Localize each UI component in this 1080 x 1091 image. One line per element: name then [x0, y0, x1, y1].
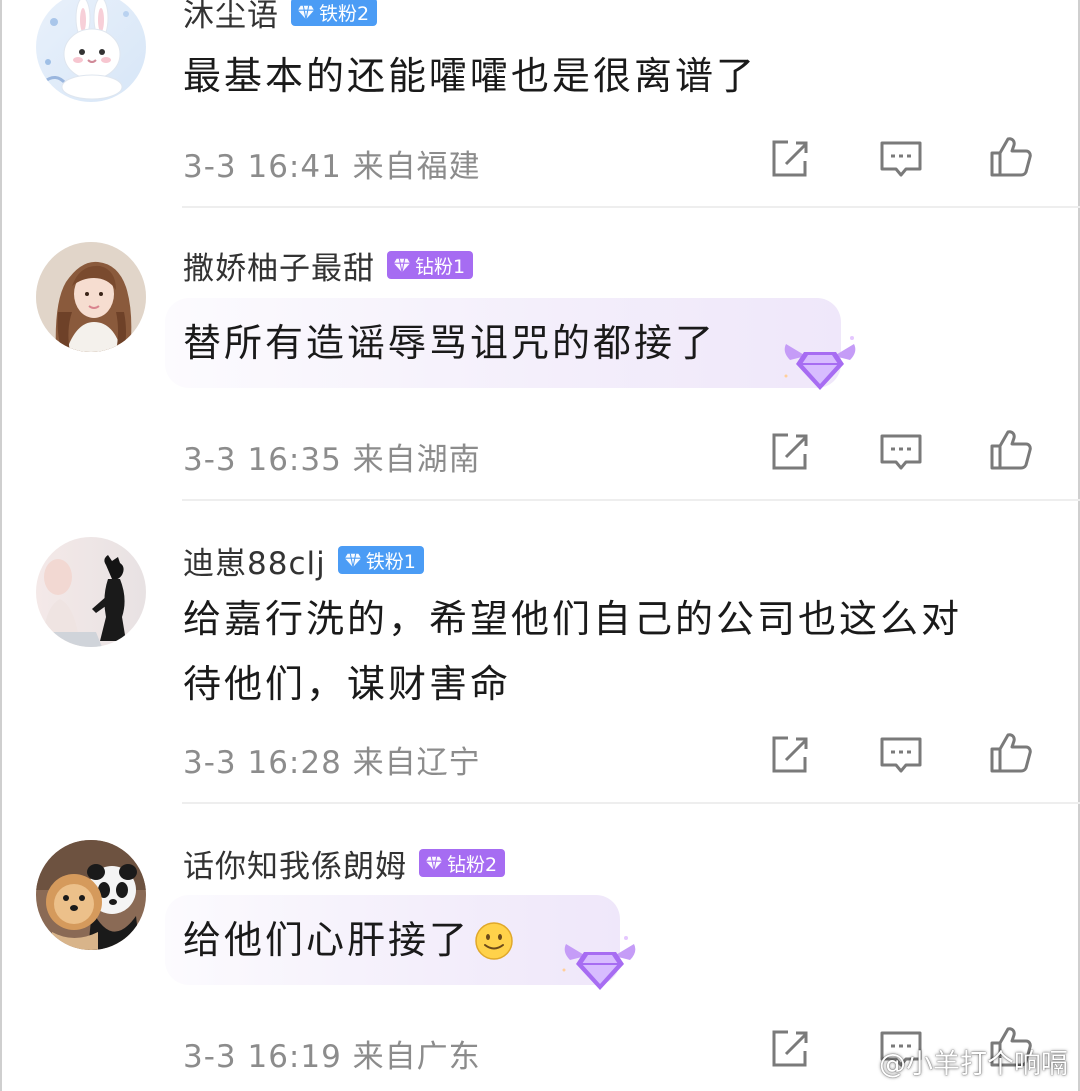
- share-icon[interactable]: [768, 733, 812, 777]
- comment-line: 给他们心肝接了: [183, 918, 471, 962]
- diamond-icon: [297, 5, 315, 20]
- badge-label: 钻粉2: [447, 853, 498, 876]
- username-row: 沐尘语 铁粉2: [183, 0, 378, 35]
- username[interactable]: 撒娇柚子最甜: [183, 243, 375, 288]
- fan-badge[interactable]: 铁粉2: [291, 0, 378, 26]
- comment-text[interactable]: 替所有造谣辱骂诅咒的都接了: [183, 311, 716, 376]
- share-icon[interactable]: [768, 1027, 812, 1071]
- watermark-text: @小羊打个响嗝: [879, 1049, 1068, 1080]
- fan-badge[interactable]: 铁粉1: [337, 546, 424, 574]
- comment-line: 最基本的还能嚯嚯也是很离谱了: [183, 54, 758, 98]
- comment-line: 待他们，谋财害命: [183, 662, 512, 706]
- comment-meta: 3-3 16:19 来自广东: [183, 1039, 481, 1075]
- watermark: @小羊打个响嗝: [837, 1042, 1068, 1081]
- badge-label: 铁粉1: [365, 550, 416, 573]
- comment-icon[interactable]: [879, 137, 923, 181]
- comment-meta: 3-3 16:35 来自湖南: [183, 442, 481, 478]
- comment-meta: 3-3 16:41 来自福建: [183, 149, 481, 185]
- username-row: 话你知我係朗姆 钻粉2: [183, 841, 506, 886]
- comment-text[interactable]: 给他们心肝接了: [183, 908, 514, 973]
- username-row: 撒娇柚子最甜 钻粉1: [183, 243, 474, 288]
- share-icon[interactable]: [768, 430, 812, 474]
- comment-text[interactable]: 最基本的还能嚯嚯也是很离谱了: [183, 44, 757, 109]
- thumbs-up-icon[interactable]: [989, 134, 1033, 178]
- fan-badge[interactable]: 钻粉1: [387, 251, 474, 279]
- smile-emoji-icon: [475, 921, 513, 960]
- share-icon[interactable]: [768, 137, 812, 181]
- thumbs-up-icon[interactable]: [989, 427, 1033, 471]
- avatar[interactable]: [36, 537, 146, 647]
- comment-icon[interactable]: [879, 733, 923, 777]
- comment-line-wrap: 给他们心肝接了: [183, 908, 514, 973]
- badge-label: 铁粉2: [319, 2, 370, 25]
- avatar[interactable]: [36, 0, 146, 102]
- diamond-icon: [393, 258, 411, 273]
- diamond-icon: [344, 553, 361, 568]
- diamond-wings-icon: [562, 936, 636, 990]
- thumbs-up-icon[interactable]: [989, 730, 1033, 774]
- fan-badge[interactable]: 钻粉2: [419, 849, 506, 877]
- avatar[interactable]: [36, 840, 146, 950]
- divider: [182, 499, 1080, 501]
- diamond-wings-icon: [784, 336, 856, 390]
- badge-label: 钻粉1: [415, 255, 466, 278]
- weibo-logo-icon: [837, 1045, 875, 1077]
- comment-meta: 3-3 16:28 来自辽宁: [183, 745, 481, 781]
- comment-list: 沐尘语 铁粉2 最基本的还能嚯嚯也是很离谱了 3-3 16:41 来自福建 撒娇…: [0, 0, 1080, 1091]
- divider: [182, 802, 1080, 804]
- avatar[interactable]: [36, 242, 146, 352]
- username[interactable]: 迪崽88clj: [183, 538, 326, 583]
- comment-line: 替所有造谣辱骂诅咒的都接了: [183, 321, 717, 365]
- comment-icon[interactable]: [879, 430, 923, 474]
- left-edge: [0, 0, 2, 1091]
- diamond-icon: [425, 856, 443, 871]
- divider: [182, 206, 1080, 208]
- comment-text[interactable]: 给嘉行洗的，希望他们自己的公司也这么对 待他们，谋财害命: [183, 587, 962, 717]
- username[interactable]: 话你知我係朗姆: [183, 841, 407, 886]
- username[interactable]: 沐尘语: [183, 0, 279, 35]
- username-row: 迪崽88clj 铁粉1: [183, 538, 424, 582]
- comment-line: 给嘉行洗的，希望他们自己的公司也这么对: [183, 597, 963, 641]
